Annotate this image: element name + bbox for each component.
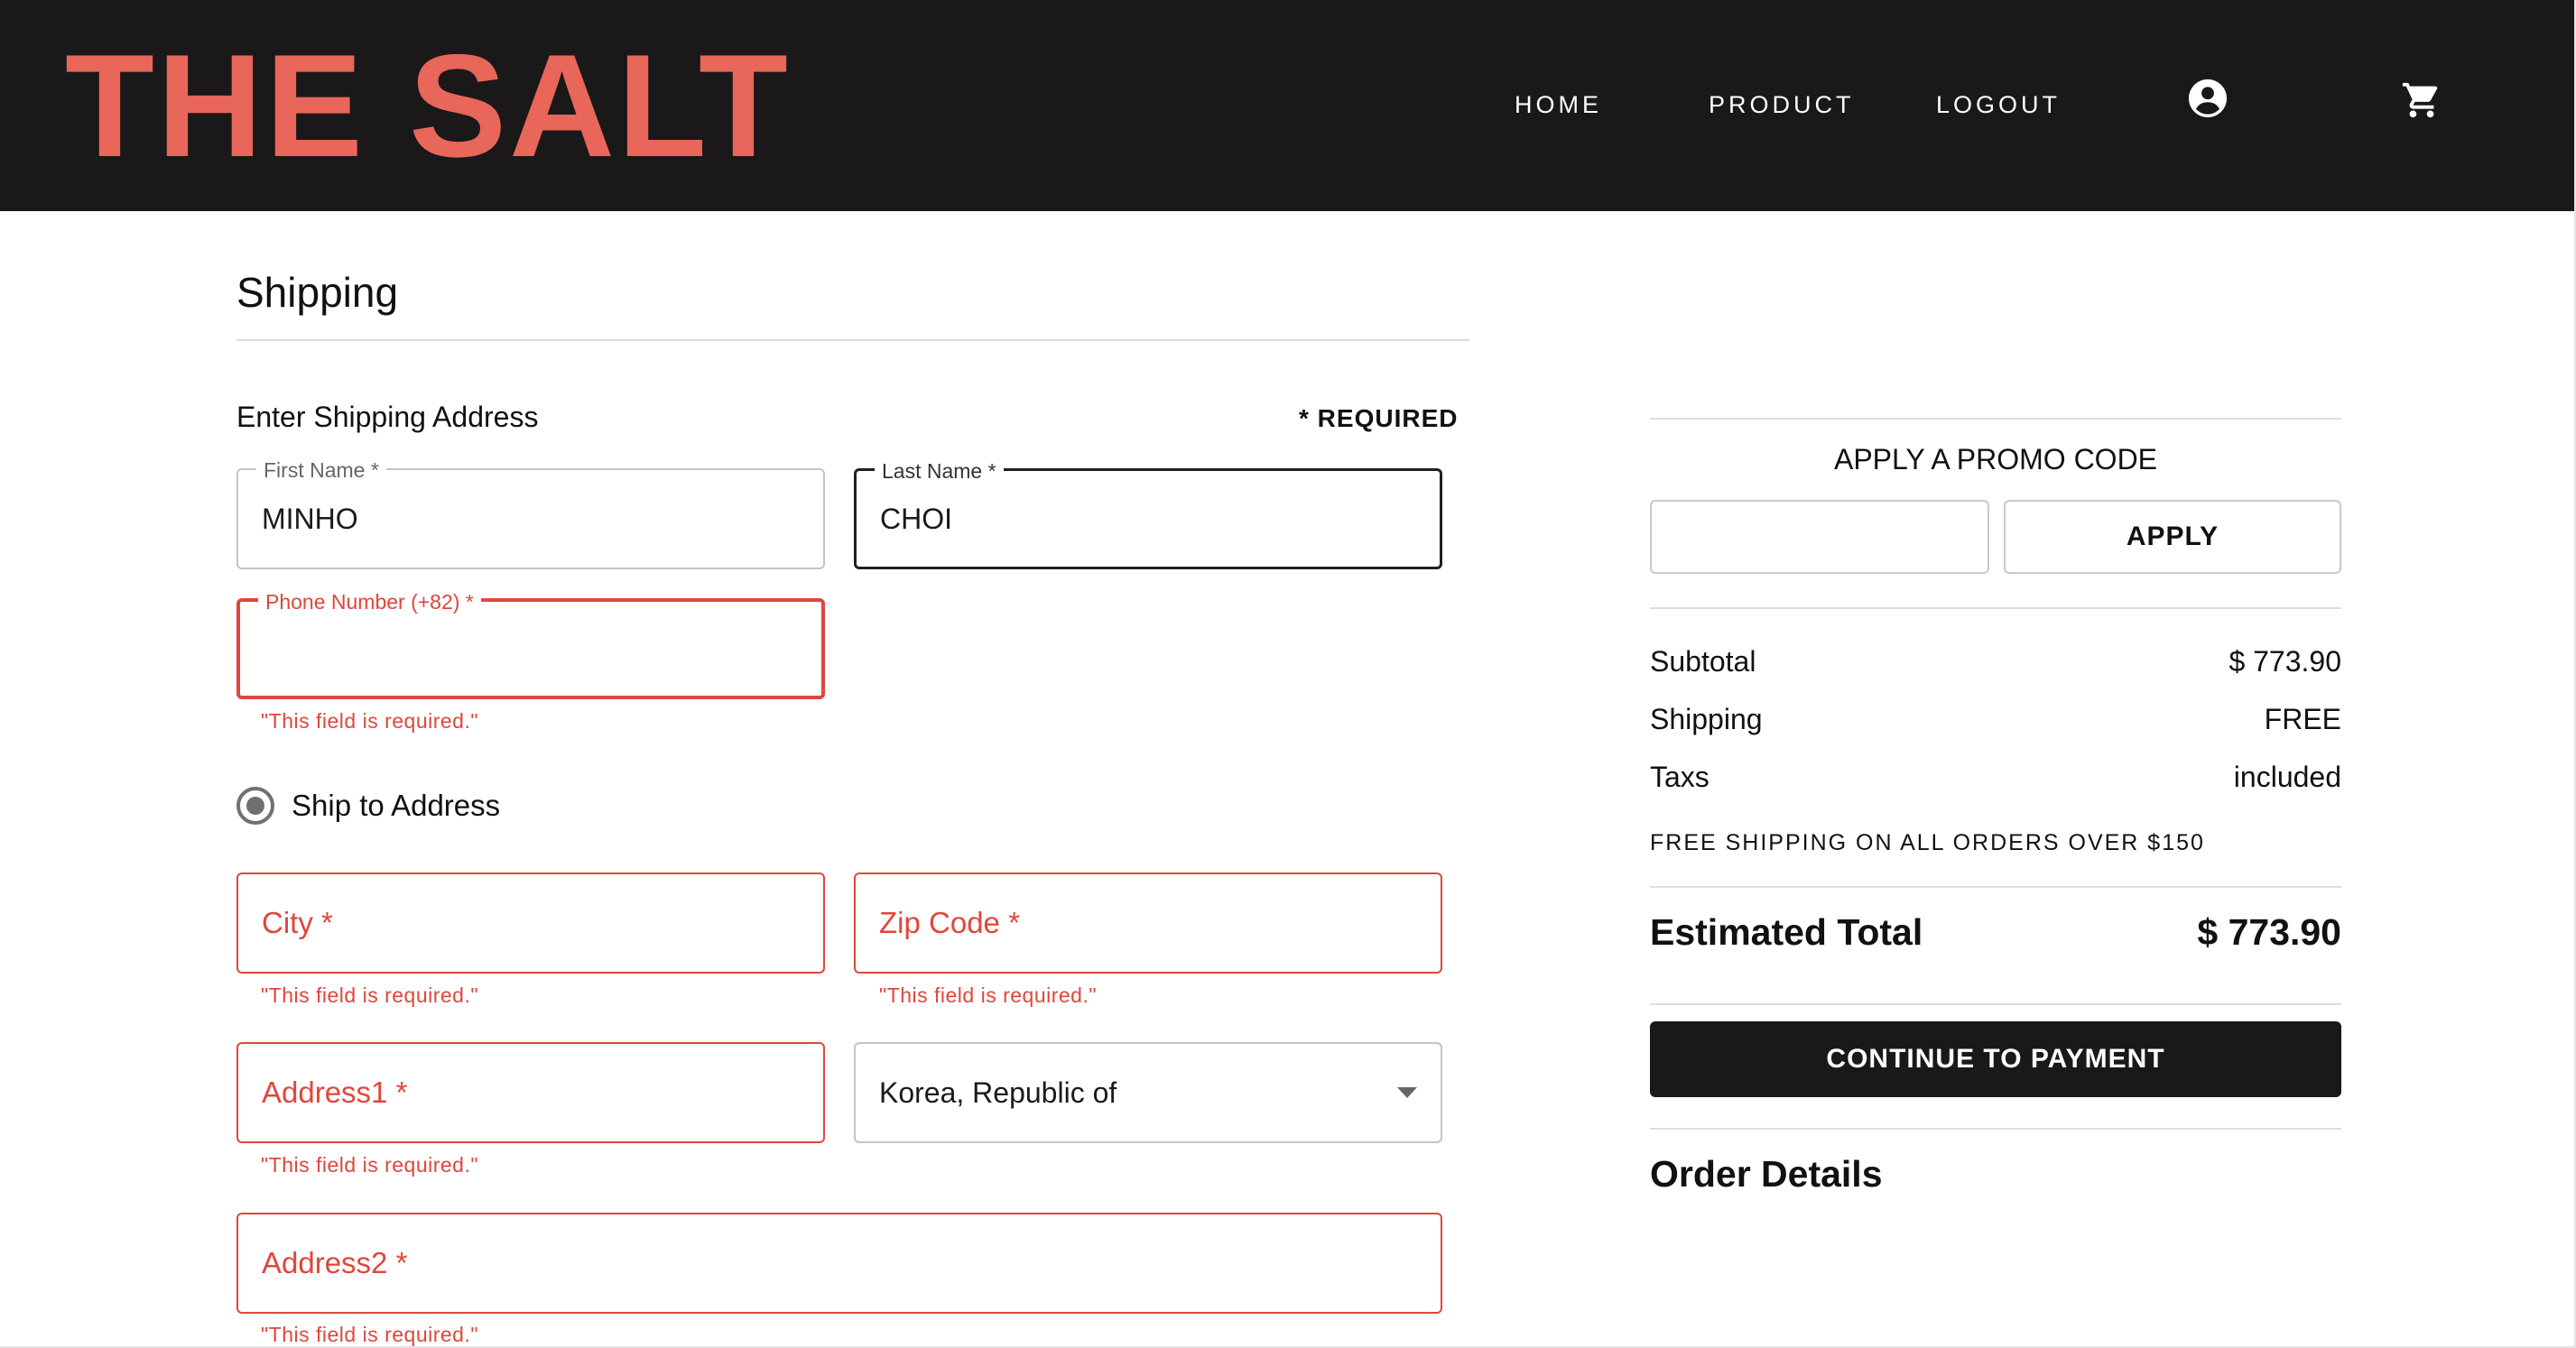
- divider: [1650, 607, 2341, 609]
- order-details-heading[interactable]: Order Details: [1650, 1149, 1883, 1198]
- radio-selected-dot: [246, 797, 264, 815]
- nav-home-link[interactable]: HOME: [1515, 87, 1602, 123]
- country-select[interactable]: Korea, Republic of: [854, 1042, 1442, 1143]
- city-placeholder: City *: [262, 906, 333, 939]
- phone-number-field[interactable]: Phone Number (+82) *: [236, 589, 825, 699]
- first-name-field[interactable]: First Name * MINHO: [236, 457, 825, 569]
- dropdown-arrow-icon: [1397, 1087, 1417, 1098]
- cart-icon[interactable]: [2401, 79, 2442, 121]
- divider: [1650, 1003, 2341, 1005]
- taxes-value: included: [2233, 761, 2341, 793]
- country-value: Korea, Republic of: [879, 1076, 1117, 1109]
- checkout-page: THE SALT HOME PRODUCT LOGOUT Shipping En…: [0, 0, 2574, 1348]
- shipping-cost-value: FREE: [2264, 703, 2341, 735]
- ship-to-address-radio[interactable]: [236, 787, 274, 825]
- estimated-total-value: $ 773.90: [2197, 911, 2341, 953]
- first-name-value: MINHO: [262, 502, 358, 535]
- last-name-field[interactable]: Last Name * CHOI: [854, 458, 1442, 569]
- site-logo[interactable]: THE SALT: [65, 25, 791, 188]
- city-error-text: "This field is required.": [261, 983, 479, 1007]
- nav-logout-link[interactable]: LOGOUT: [1936, 87, 2061, 123]
- required-note: * REQUIRED: [1299, 404, 1459, 432]
- address2-error-text: "This field is required.": [261, 1323, 479, 1346]
- shipping-title: Shipping: [236, 269, 399, 316]
- divider: [1650, 886, 2341, 888]
- apply-promo-button[interactable]: APPLY: [2004, 500, 2341, 574]
- continue-to-payment-button[interactable]: CONTINUE TO PAYMENT: [1650, 1021, 2341, 1097]
- last-name-value: CHOI: [880, 502, 952, 535]
- zip-code-placeholder: Zip Code *: [879, 906, 1020, 939]
- nav-product-link[interactable]: PRODUCT: [1709, 87, 1855, 123]
- address1-field[interactable]: Address1 *: [236, 1042, 825, 1143]
- address1-error-text: "This field is required.": [261, 1153, 479, 1177]
- divider: [1650, 418, 2341, 420]
- city-field[interactable]: City *: [236, 873, 825, 974]
- site-header: THE SALT HOME PRODUCT LOGOUT: [0, 0, 2574, 211]
- estimated-total-label: Estimated Total: [1650, 911, 1923, 953]
- divider: [236, 339, 1469, 341]
- free-shipping-note: FREE SHIPPING ON ALL ORDERS OVER $150: [1650, 830, 2205, 855]
- address2-placeholder: Address2 *: [262, 1246, 408, 1279]
- subtotal-label: Subtotal: [1650, 645, 1756, 678]
- ship-to-address-label[interactable]: Ship to Address: [292, 787, 500, 825]
- divider: [1650, 1128, 2341, 1130]
- zip-code-field[interactable]: Zip Code *: [854, 873, 1442, 974]
- promo-code-input[interactable]: [1650, 500, 1989, 574]
- phone-error-text: "This field is required.": [261, 709, 479, 733]
- phone-number-label: Phone Number (+82) *: [258, 589, 481, 614]
- address1-placeholder: Address1 *: [262, 1076, 408, 1109]
- address-heading: Enter Shipping Address: [236, 401, 539, 433]
- address2-field[interactable]: Address2 *: [236, 1213, 1442, 1314]
- promo-heading: APPLY A PROMO CODE: [1833, 443, 2158, 475]
- zip-code-error-text: "This field is required.": [879, 983, 1098, 1007]
- account-circle-icon[interactable]: [2187, 78, 2229, 119]
- subtotal-value: $ 773.90: [2229, 645, 2341, 678]
- shipping-cost-label: Shipping: [1650, 703, 1763, 735]
- taxes-label: Taxs: [1650, 761, 1710, 793]
